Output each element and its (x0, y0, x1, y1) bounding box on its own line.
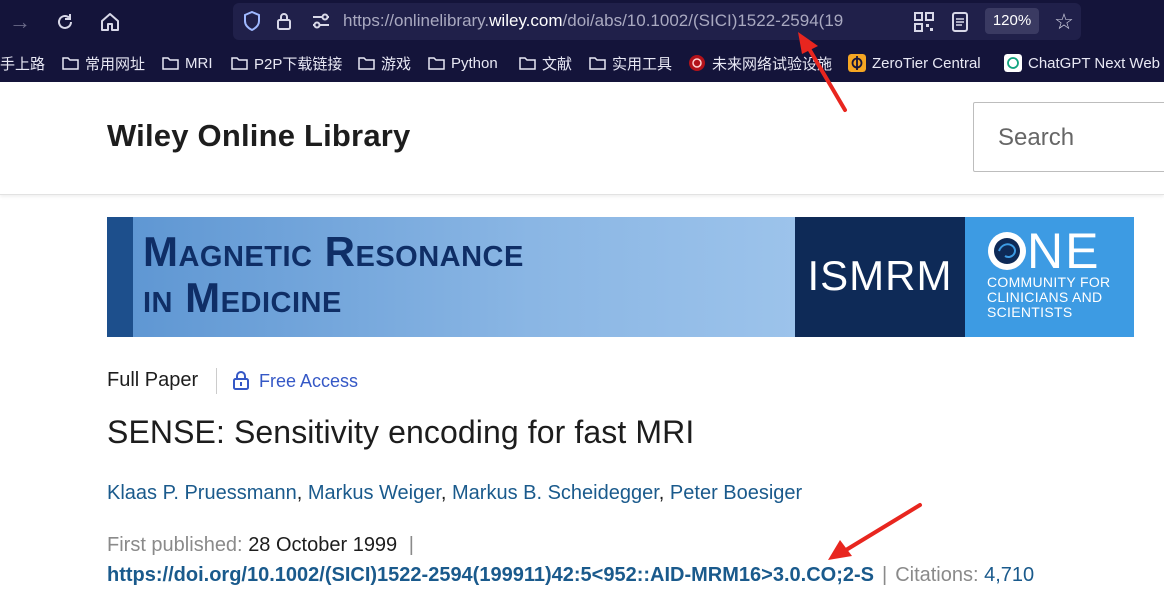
citations-count[interactable]: 4,710 (984, 564, 1034, 586)
folder-icon (589, 57, 606, 70)
zoom-level-badge[interactable]: 120% (985, 8, 1039, 34)
folder-icon (62, 57, 79, 70)
forward-icon[interactable]: → (6, 8, 34, 36)
bookmark-star-icon[interactable]: ☆ (1051, 9, 1077, 35)
one-subtitle: COMMUNITY FOR CLINICIANS AND SCIENTISTS (987, 274, 1111, 320)
author-link[interactable]: Klaas P. Pruessmann (107, 482, 297, 504)
bookmark-folder[interactable]: MRI (162, 44, 213, 82)
author-separator: , (658, 482, 670, 504)
search-box[interactable] (973, 102, 1164, 172)
journal-banner[interactable]: Magnetic Resonance in Medicine ISMRM NE … (107, 217, 1134, 337)
one-wordmark: NE (1027, 223, 1101, 279)
lock-icon[interactable] (275, 11, 293, 31)
bookmark-label: 游戏 (381, 55, 412, 73)
one-community-block: NE COMMUNITY FOR CLINICIANS AND SCIENTIS… (965, 217, 1134, 337)
citations-label: Citations: (895, 564, 979, 586)
bookmark-folder[interactable]: 常用网址 (62, 44, 145, 82)
brain-icon (988, 232, 1026, 270)
journal-title: Magnetic Resonance in Medicine (143, 229, 524, 321)
bookmark-folder[interactable]: 实用工具 (589, 44, 672, 82)
folder-icon (358, 57, 375, 70)
author-separator: , (296, 482, 308, 504)
bookmark-link[interactable]: ChatGPT Next Web (1004, 44, 1160, 82)
url-text[interactable]: https://onlinelibrary.wiley.com/doi/abs/… (343, 11, 903, 31)
ismrm-logo: ISMRM (807, 252, 953, 299)
bookmark-folder[interactable]: P2P下载链接 (231, 44, 342, 82)
bookmark-label: 未来网络试验设施 (712, 55, 833, 73)
bookmark-folder[interactable]: 手上路 (0, 44, 45, 82)
annotation-arrow-doi (828, 503, 922, 560)
folder-icon (519, 57, 536, 70)
bookmark-folder[interactable]: 游戏 (358, 44, 411, 82)
bookmark-label: ZeroTier Central (872, 54, 981, 72)
bookmark-label: 手上路 (0, 55, 46, 73)
journal-title-line-1: Magnetic Resonance (143, 228, 524, 275)
author-link[interactable]: Markus Weiger (308, 482, 441, 504)
separator: | (881, 564, 888, 586)
bookmark-label: MRI (185, 54, 213, 72)
reload-icon[interactable] (51, 8, 79, 36)
author-link[interactable]: Markus B. Scheidegger (452, 482, 659, 504)
url-suffix: /doi/abs/10.1002/(SICI)1522-2594(19 (562, 11, 844, 30)
open-lock-icon (233, 371, 249, 390)
folder-icon (162, 57, 179, 70)
paper-title: SENSE: Sensitivity encoding for fast MRI (107, 414, 695, 450)
bookmarks-bar: 手上路 常用网址 MRI P2P下载链接 游戏 Python 文献 实用工具 未… (0, 44, 1164, 82)
author-link[interactable]: Peter Boesiger (670, 482, 802, 504)
reader-view-icon[interactable] (951, 12, 969, 32)
site-header: Wiley Online Library (0, 82, 1164, 195)
publication-line: First published: 28 October 1999 | (107, 534, 414, 557)
bookmark-label: 文献 (542, 55, 573, 73)
bookmark-folder[interactable]: 文献 (519, 44, 572, 82)
divider (216, 368, 217, 394)
chatgpt-icon (1004, 54, 1022, 72)
bookmark-label: ChatGPT Next Web (1028, 54, 1160, 72)
bookmark-label: P2P下载链接 (254, 55, 343, 73)
permissions-icon[interactable] (311, 13, 331, 29)
site-logo[interactable]: Wiley Online Library (107, 118, 410, 154)
doi-link[interactable]: https://doi.org/10.1002/(SICI)1522-2594(… (107, 564, 874, 586)
zerotier-icon (848, 54, 866, 72)
banner-stripe (107, 217, 133, 337)
browser-toolbar: → https://onlinelibrary.wiley.com/doi/ab… (0, 0, 1164, 44)
bookmark-label: Python (451, 54, 498, 72)
url-domain: wiley.com (489, 11, 563, 30)
journal-title-line-2: in Medicine (143, 274, 342, 321)
qr-code-icon[interactable] (914, 12, 934, 32)
doi-line: https://doi.org/10.1002/(SICI)1522-2594(… (107, 564, 1034, 587)
first-published-label: First published: (107, 534, 243, 556)
url-prefix: https://onlinelibrary. (343, 11, 490, 30)
bookmark-label: 常用网址 (85, 55, 146, 73)
first-published-date: 28 October 1999 (248, 534, 398, 556)
site-favicon (689, 55, 705, 71)
free-access-badge: Free Access (259, 371, 359, 391)
author-list: Klaas P. Pruessmann, Markus Weiger, Mark… (107, 482, 802, 505)
search-input[interactable] (996, 121, 1164, 155)
folder-icon (428, 57, 445, 70)
shield-icon[interactable] (243, 11, 261, 31)
home-icon[interactable] (96, 8, 124, 36)
article-type: Full Paper (107, 369, 199, 391)
address-bar[interactable]: https://onlinelibrary.wiley.com/doi/abs/… (233, 3, 1081, 40)
separator: | (408, 534, 414, 556)
folder-icon (231, 57, 248, 70)
author-separator: , (440, 482, 453, 504)
bookmark-link[interactable]: ZeroTier Central (848, 44, 981, 82)
bookmark-label: 实用工具 (612, 55, 673, 73)
bookmark-link[interactable]: 未来网络试验设施 (688, 44, 832, 82)
ismrm-block: ISMRM (795, 217, 965, 337)
bookmark-folder[interactable]: Python (428, 44, 498, 82)
